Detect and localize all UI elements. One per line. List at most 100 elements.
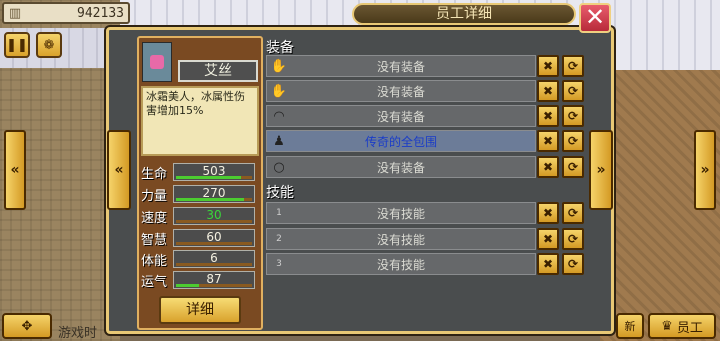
staff-label: 员工 <box>676 320 703 336</box>
pause-button[interactable]: ❚❚ <box>4 32 30 58</box>
cross-icon: ✖ <box>542 59 554 73</box>
double-chevron-right-icon: » <box>700 162 710 178</box>
stat-value-box: 270 <box>173 185 255 203</box>
close-button[interactable]: ✕ <box>579 3 611 33</box>
cross-icon: ✖ <box>542 84 554 98</box>
stat-label: 运气 <box>141 274 168 290</box>
remove-skill-button[interactable]: ✖ <box>537 253 559 275</box>
swap-equipment-button[interactable]: ⟳ <box>562 105 584 127</box>
coin-value: 942133 <box>77 5 124 21</box>
gear-icon: ❁ <box>43 37 55 53</box>
swap-icon: ⟳ <box>567 134 579 148</box>
cross-icon: ✖ <box>542 160 554 174</box>
swap-equipment-button[interactable]: ⟳ <box>562 80 584 102</box>
stat-row: 力量 270 <box>141 184 259 204</box>
remove-skill-button[interactable]: ✖ <box>537 202 559 224</box>
helmet-icon: ◠ <box>273 108 285 124</box>
unequip-button[interactable]: ✖ <box>537 130 559 152</box>
swap-icon: ⟳ <box>567 206 579 220</box>
swap-equipment-button[interactable]: ⟳ <box>562 156 584 178</box>
next-employee-button[interactable]: » <box>589 130 613 210</box>
swap-skill-button[interactable]: ⟳ <box>562 253 584 275</box>
employee-avatar <box>142 42 172 82</box>
stat-value-box: 87 <box>173 271 255 289</box>
skill-slot-index: 2 <box>276 234 282 244</box>
ring-icon: ○ <box>273 159 285 175</box>
move-icon: ✥ <box>21 318 33 334</box>
equipment-slot-text: 传奇的全包围 <box>364 134 437 149</box>
employee-description: 冰霜美人，冰属性伤害增加15% <box>141 86 259 156</box>
equipment-slot[interactable]: ✋ 没有装备 <box>266 55 536 77</box>
swap-icon: ⟳ <box>567 232 579 246</box>
background-label: 游戏时 <box>58 326 98 341</box>
cross-icon: ✖ <box>542 232 554 246</box>
skill-slot[interactable]: 1 没有技能 <box>266 202 536 224</box>
swap-skill-button[interactable]: ⟳ <box>562 202 584 224</box>
unequip-button[interactable]: ✖ <box>537 156 559 178</box>
skill-slot-text: 没有技能 <box>376 206 425 221</box>
stat-bar-fill <box>176 284 199 287</box>
equipment-title: 装备 <box>266 40 294 56</box>
equipment-slot[interactable]: ♟ 传奇的全包围 <box>266 130 536 152</box>
equipment-slot-text: 没有装备 <box>376 160 425 175</box>
skill-slot-index: 1 <box>276 208 282 218</box>
stat-bar-fill <box>176 198 245 201</box>
cross-icon: ✖ <box>542 257 554 271</box>
prev-employee-button[interactable]: « <box>107 130 131 210</box>
skills-title: 技能 <box>266 185 294 201</box>
stat-bar <box>176 176 252 179</box>
skill-slot-text: 没有技能 <box>376 232 425 247</box>
stat-row: 速度 30 <box>141 206 259 226</box>
swap-equipment-button[interactable]: ⟳ <box>562 130 584 152</box>
dialog-title: 员工详细 <box>352 3 576 25</box>
stat-bar <box>176 284 252 287</box>
swap-icon: ⟳ <box>567 257 579 271</box>
prev-employee-outer-button[interactable]: « <box>4 130 26 210</box>
stat-bar <box>176 242 252 245</box>
stat-bar <box>176 198 252 201</box>
double-chevron-left-icon: « <box>114 162 124 178</box>
stat-row: 运气 87 <box>141 270 259 290</box>
remove-skill-button[interactable]: ✖ <box>537 228 559 250</box>
building-icon: ▥ <box>8 5 22 21</box>
unequip-button[interactable]: ✖ <box>537 55 559 77</box>
equipment-slot-text: 没有装备 <box>376 109 425 124</box>
swap-icon: ⟳ <box>567 84 579 98</box>
stat-row: 智慧 60 <box>141 228 259 248</box>
equipment-slot[interactable]: ◠ 没有装备 <box>266 105 536 127</box>
unequip-button[interactable]: ✖ <box>537 80 559 102</box>
equipment-slot[interactable]: ✋ 没有装备 <box>266 80 536 102</box>
employee-name: 艾丝 <box>178 60 258 82</box>
double-chevron-right-icon: » <box>596 162 606 178</box>
glove-icon: ✋ <box>270 58 288 74</box>
equipment-slot[interactable]: ○ 没有装备 <box>266 156 536 178</box>
stat-value-box: 30 <box>173 207 255 225</box>
skill-slot[interactable]: 3 没有技能 <box>266 253 536 275</box>
settings-button[interactable]: ❁ <box>36 32 62 58</box>
skill-slot-index: 3 <box>276 259 282 269</box>
cross-icon: ✖ <box>542 206 554 220</box>
move-button[interactable]: ✥ <box>2 313 52 339</box>
next-employee-outer-button[interactable]: » <box>694 130 716 210</box>
swap-skill-button[interactable]: ⟳ <box>562 228 584 250</box>
staff-button[interactable]: ♛ 员工 <box>648 313 716 339</box>
swap-icon: ⟳ <box>567 160 579 174</box>
stat-bar <box>176 263 252 266</box>
double-chevron-left-icon: « <box>10 162 20 178</box>
stat-label: 体能 <box>141 253 168 269</box>
cloak-icon: ♟ <box>273 133 285 149</box>
stat-row: 体能 6 <box>141 249 259 269</box>
stat-label: 速度 <box>141 210 168 226</box>
new-button[interactable]: 新 <box>616 313 644 339</box>
stat-value-box: 503 <box>173 163 255 181</box>
skill-slot-text: 没有技能 <box>376 257 425 272</box>
stat-value-box: 60 <box>173 229 255 247</box>
equipment-slot-text: 没有装备 <box>376 84 425 99</box>
detail-button[interactable]: 详细 <box>159 296 241 324</box>
stat-label: 力量 <box>141 188 168 204</box>
pause-icon: ❚❚ <box>6 37 28 53</box>
skill-slot[interactable]: 2 没有技能 <box>266 228 536 250</box>
unequip-button[interactable]: ✖ <box>537 105 559 127</box>
coin-counter: ▥ 942133 <box>2 2 130 24</box>
swap-equipment-button[interactable]: ⟳ <box>562 55 584 77</box>
